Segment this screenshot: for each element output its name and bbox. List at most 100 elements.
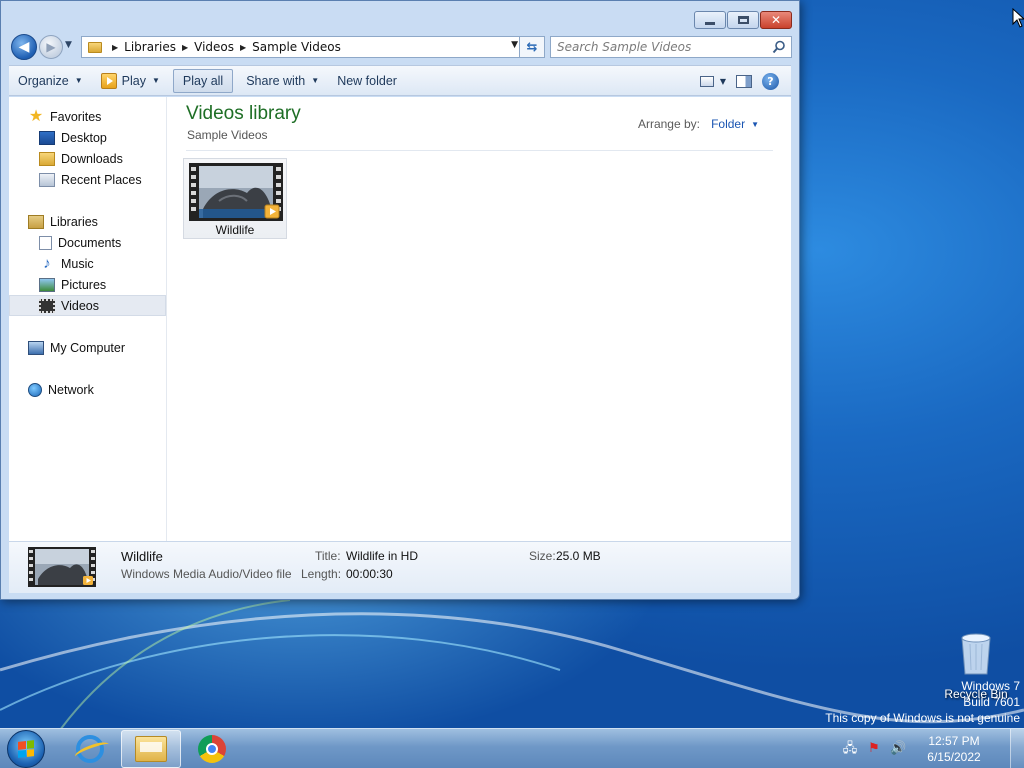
play-button[interactable]: Play ▼: [92, 69, 169, 93]
arrange-by-value: Folder: [711, 117, 746, 131]
preview-pane-icon[interactable]: [736, 75, 752, 88]
taskbar: 🖧 ⚑ 🔊 12:57 PM 6/15/2022: [0, 728, 1024, 768]
documents-icon: [39, 235, 52, 250]
play-label: Play: [121, 73, 146, 88]
watermark-line-3: This copy of Windows is not genuine: [825, 711, 1020, 725]
file-view: Videos library Sample Videos Arrange by:…: [168, 97, 791, 541]
system-tray: 🖧 ⚑ 🔊 12:57 PM 6/15/2022: [842, 729, 1024, 768]
minimize-button[interactable]: [694, 11, 726, 29]
show-desktop-button[interactable]: [1010, 729, 1024, 768]
recent-pages-dropdown[interactable]: ▼: [65, 40, 72, 50]
details-length-key: Length:: [301, 567, 342, 581]
library-title: Videos library: [186, 103, 301, 124]
change-view-icon[interactable]: [699, 76, 714, 87]
details-file-name: Wildlife: [121, 549, 163, 564]
maximize-button[interactable]: [727, 11, 759, 29]
address-bar[interactable]: ▶ Libraries ▶ Videos ▶ Sample Videos ▼: [81, 36, 525, 58]
details-file-type: Windows Media Audio/Video file: [121, 567, 292, 581]
help-icon[interactable]: ?: [762, 73, 779, 90]
video-thumbnail-icon: [28, 547, 96, 587]
back-arrow-icon: ◀: [18, 39, 30, 55]
breadcrumb-separator-icon[interactable]: ▶: [112, 43, 118, 52]
taskbar-windows-explorer[interactable]: [121, 730, 181, 768]
search-box: [550, 36, 792, 58]
nav-recent-places[interactable]: Recent Places: [9, 169, 166, 190]
nav-libraries[interactable]: Libraries: [9, 211, 166, 232]
network-tray-icon[interactable]: 🖧: [842, 741, 858, 757]
share-with-button[interactable]: Share with ▼: [237, 69, 328, 93]
organize-label: Organize: [18, 73, 69, 88]
music-note-icon: ♪: [43, 254, 51, 272]
nav-documents-label: Documents: [58, 235, 122, 250]
share-with-label: Share with: [246, 73, 306, 88]
details-title-value[interactable]: Wildlife in HD: [346, 549, 418, 563]
taskbar-internet-explorer[interactable]: [60, 730, 120, 768]
video-thumbnail-icon: [189, 163, 283, 221]
nav-network[interactable]: Network: [9, 379, 166, 400]
watermark-line-2: Build 7601: [963, 695, 1020, 709]
file-item-wildlife[interactable]: Wildlife: [183, 158, 287, 239]
organize-button[interactable]: Organize ▼: [9, 69, 92, 93]
details-size-value: 25.0 MB: [556, 549, 601, 563]
watermark-line-1: Windows 7: [961, 679, 1020, 693]
breadcrumb-libraries[interactable]: Libraries: [124, 40, 176, 54]
computer-icon: [28, 340, 44, 355]
clock[interactable]: 12:57 PM 6/15/2022: [914, 733, 994, 765]
start-button[interactable]: [7, 730, 45, 768]
toolbar-right-group: ▼ ?: [699, 66, 791, 97]
nav-documents[interactable]: Documents: [9, 232, 166, 253]
play-all-button[interactable]: Play all: [172, 68, 234, 93]
nav-downloads-label: Downloads: [61, 151, 123, 166]
details-length-value: 00:00:30: [346, 567, 393, 581]
content-area: ★ Favorites Desktop Downloads Recent Pla…: [9, 97, 791, 541]
nav-recent-places-label: Recent Places: [61, 172, 142, 187]
volume-icon[interactable]: 🔊: [890, 741, 906, 757]
nav-music[interactable]: ♪ Music: [9, 253, 166, 274]
nav-network-label: Network: [48, 382, 94, 397]
network-icon: [28, 382, 42, 397]
chrome-icon: [198, 735, 226, 763]
breadcrumb-videos[interactable]: Videos: [194, 40, 234, 54]
forward-button[interactable]: ▶: [39, 35, 63, 59]
file-item-label: Wildlife: [215, 223, 255, 237]
new-folder-label: New folder: [337, 73, 397, 88]
back-button[interactable]: ◀: [11, 34, 37, 60]
pictures-icon: [39, 277, 55, 292]
search-input[interactable]: [551, 37, 761, 57]
breadcrumb-separator-icon[interactable]: ▶: [240, 43, 246, 52]
nav-my-computer[interactable]: My Computer: [9, 337, 166, 358]
nav-downloads[interactable]: Downloads: [9, 148, 166, 169]
nav-libraries-label: Libraries: [50, 214, 98, 229]
breadcrumb-sample-videos[interactable]: Sample Videos: [252, 40, 341, 54]
clock-date: 6/15/2022: [927, 750, 981, 764]
search-icon[interactable]: [772, 40, 786, 54]
breadcrumb-separator-icon[interactable]: ▶: [182, 43, 188, 52]
details-title-key: Title:: [315, 549, 341, 563]
forward-arrow-icon: ▶: [46, 40, 56, 54]
taskbar-chrome[interactable]: [182, 730, 242, 768]
navigation-row: ◀ ▶ ▼ ▶ Libraries ▶ Videos ▶ Sample Vide…: [9, 34, 792, 60]
nav-desktop[interactable]: Desktop: [9, 127, 166, 148]
internet-explorer-icon: [76, 735, 104, 763]
nav-favorites[interactable]: ★ Favorites: [9, 106, 166, 127]
close-button[interactable]: ✕: [760, 11, 792, 29]
refresh-button[interactable]: ⇆: [519, 36, 545, 58]
explorer-window: ✕ ◀ ▶ ▼ ▶ Libraries ▶ Videos ▶ Sample Vi…: [0, 0, 800, 600]
nav-videos[interactable]: Videos: [9, 295, 166, 316]
mouse-cursor-icon: [1012, 8, 1024, 28]
action-center-flag-icon[interactable]: ⚑: [866, 741, 882, 757]
view-options-dropdown-icon[interactable]: ▼: [720, 77, 726, 86]
desktop-icon: [39, 130, 55, 145]
new-folder-button[interactable]: New folder: [328, 69, 406, 93]
recycle-bin-icon: [961, 633, 991, 675]
windows-logo-icon: [18, 740, 34, 758]
folder-icon: [88, 41, 102, 53]
maximize-icon: [737, 16, 749, 24]
nav-pictures-label: Pictures: [61, 277, 107, 292]
arrange-by-dropdown[interactable]: Folder ▼: [711, 117, 759, 131]
details-pane: Wildlife Windows Media Audio/Video file …: [9, 541, 791, 593]
minimize-icon: [705, 21, 715, 25]
address-dropdown-icon[interactable]: ▼: [511, 40, 518, 50]
play-icon: [100, 72, 117, 89]
nav-pictures[interactable]: Pictures: [9, 274, 166, 295]
